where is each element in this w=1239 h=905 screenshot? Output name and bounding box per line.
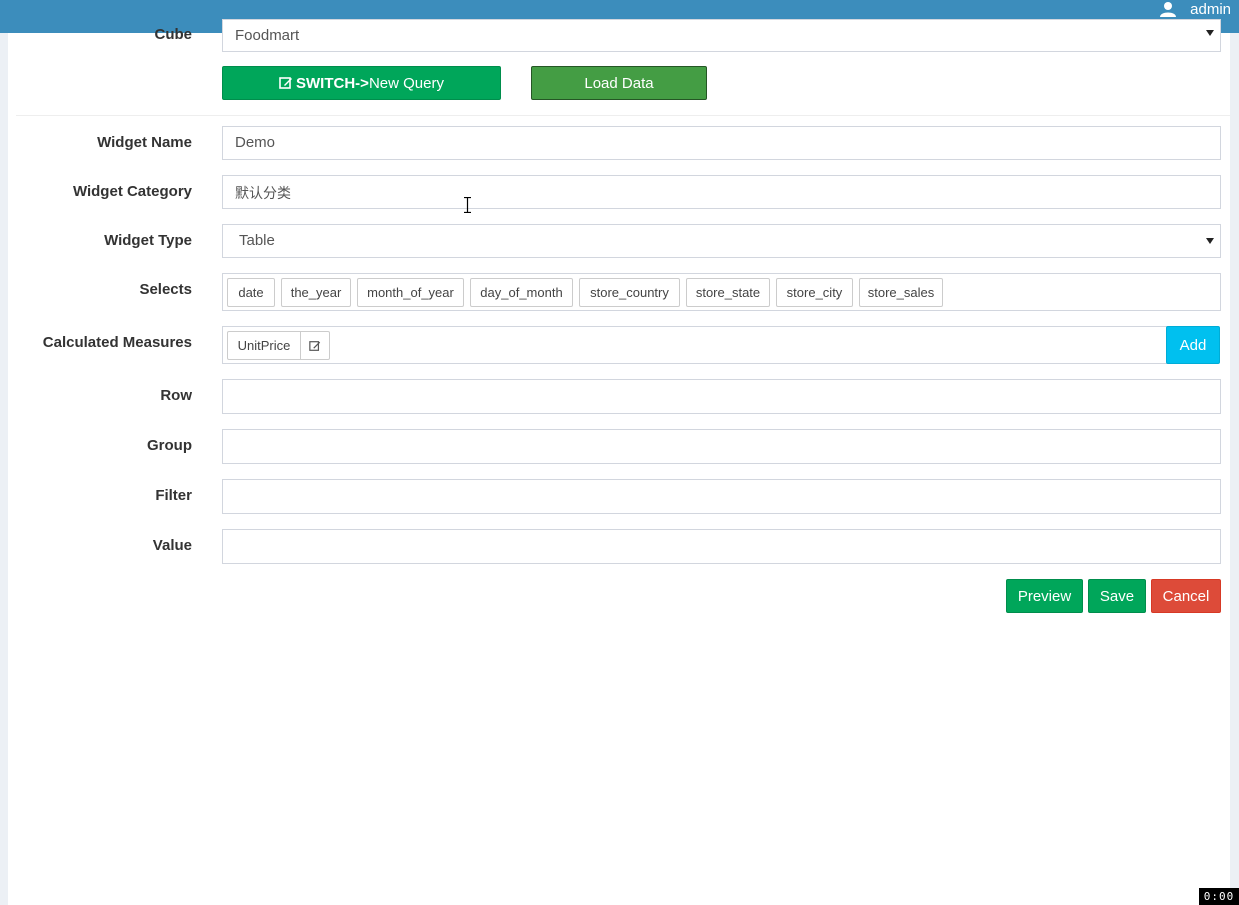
switch-label: New Query	[368, 74, 444, 92]
select-tag[interactable]: the_year	[281, 278, 351, 307]
load-data-button[interactable]: Load Data	[531, 66, 707, 100]
switch-new-query-button[interactable]: SWITCH-> New Query	[222, 66, 501, 100]
widget-category-row: Widget Category 默认分类	[8, 175, 1230, 209]
widget-type-value: Table	[239, 232, 275, 249]
value-label: Value	[152, 537, 192, 554]
filter-field-row: Filter	[8, 479, 1230, 514]
calculated-measures-row: Calculated Measures UnitPrice Add	[8, 326, 1230, 364]
cube-row: Cube Foodmart	[8, 19, 1230, 53]
value-dropzone[interactable]	[222, 529, 1221, 564]
chevron-down-icon	[1206, 30, 1214, 36]
widget-name-row: Widget Name Demo	[8, 126, 1230, 160]
cube-label: Cube	[154, 26, 193, 43]
select-tag[interactable]: day_of_month	[470, 278, 573, 307]
row-dropzone[interactable]	[222, 379, 1221, 414]
value-field-row: Value	[8, 529, 1230, 564]
widget-type-select[interactable]: Table	[222, 224, 1221, 258]
select-tag[interactable]: month_of_year	[357, 278, 464, 307]
cube-select[interactable]: Foodmart	[222, 19, 1221, 52]
selects-container[interactable]: date the_year month_of_year day_of_month…	[222, 273, 1221, 311]
select-tag[interactable]: store_country	[579, 278, 680, 307]
calculated-measures-container[interactable]: UnitPrice	[222, 326, 1168, 364]
widget-category-value: 默认分类	[235, 185, 291, 201]
selects-label: Selects	[139, 281, 192, 298]
switch-label-bold: SWITCH->	[296, 74, 369, 92]
group-dropzone[interactable]	[222, 429, 1221, 464]
user-icon	[1160, 1, 1177, 17]
select-tag[interactable]: store_city	[776, 278, 853, 307]
widget-type-row: Widget Type Table	[8, 224, 1230, 258]
row-label: Row	[160, 387, 192, 404]
recording-timer: 0:00	[1199, 888, 1239, 905]
select-tag[interactable]: store_sales	[859, 278, 943, 307]
calculated-measures-label: Calculated Measures	[42, 334, 192, 351]
edit-icon	[279, 76, 293, 90]
user-menu[interactable]: admin	[1160, 0, 1231, 18]
selects-row: Selects date the_year month_of_year day_…	[8, 273, 1230, 311]
widget-name-value: Demo	[235, 134, 276, 151]
add-measure-button[interactable]: Add	[1166, 326, 1220, 364]
scrollbar-track[interactable]	[1230, 33, 1239, 905]
widget-name-input[interactable]: Demo	[222, 126, 1221, 160]
filter-dropzone[interactable]	[222, 479, 1221, 514]
divider	[16, 115, 1230, 116]
widget-category-label: Widget Category	[72, 183, 192, 200]
chevron-down-icon	[1206, 238, 1214, 244]
widget-category-input[interactable]: 默认分类	[222, 175, 1221, 209]
row-field-row: Row	[8, 379, 1230, 414]
widget-type-label: Widget Type	[104, 232, 192, 249]
filter-label: Filter	[155, 487, 192, 504]
group-label: Group	[147, 437, 192, 454]
username: admin	[1190, 0, 1231, 18]
edit-measure-button[interactable]	[300, 331, 330, 360]
save-button[interactable]: Save	[1088, 579, 1146, 613]
widget-editor-panel: Cube Foodmart SWITCH-> New Query Load Da…	[8, 19, 1230, 905]
select-tag[interactable]: date	[227, 278, 275, 307]
edit-icon	[309, 340, 321, 352]
measure-tag[interactable]: UnitPrice	[227, 331, 301, 360]
widget-name-label: Widget Name	[97, 134, 192, 151]
preview-button[interactable]: Preview	[1006, 579, 1083, 613]
cube-value: Foodmart	[235, 27, 300, 44]
cancel-button[interactable]: Cancel	[1151, 579, 1221, 613]
group-field-row: Group	[8, 429, 1230, 464]
select-tag[interactable]: store_state	[686, 278, 770, 307]
text-cursor-icon	[464, 197, 471, 213]
